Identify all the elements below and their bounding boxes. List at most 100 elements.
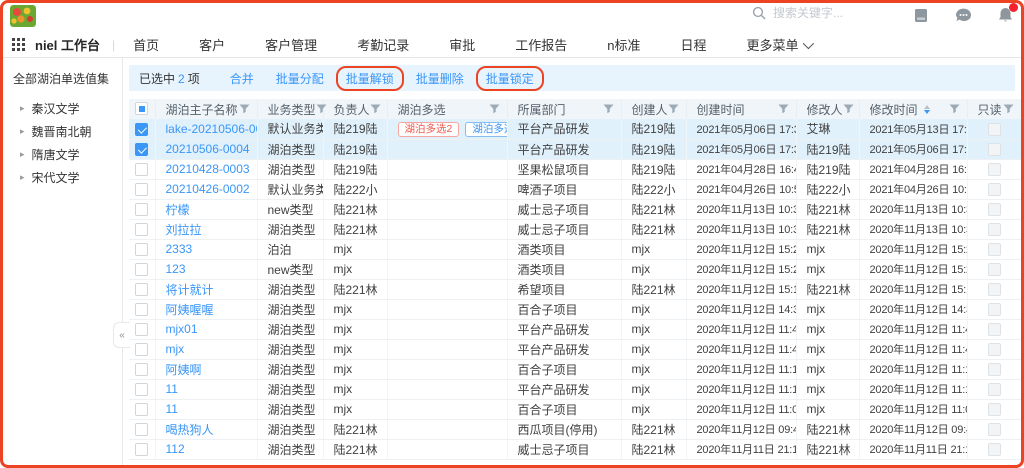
filter-icon[interactable]: [370, 104, 381, 114]
sidebar-item-3[interactable]: ▸宋代文学: [0, 166, 122, 189]
lake-name-link[interactable]: 阿姨啊: [166, 363, 202, 377]
readonly-checkbox: [988, 283, 1001, 296]
row-checkbox[interactable]: [135, 263, 148, 276]
sidebar-item-0[interactable]: ▸秦汉文学: [0, 97, 122, 120]
bell-icon[interactable]: [996, 6, 1014, 24]
filter-icon[interactable]: [843, 104, 854, 114]
lake-name-link[interactable]: 123: [166, 262, 186, 276]
nav-item-3[interactable]: 考勤记录: [357, 35, 409, 54]
lake-name-link[interactable]: 11: [166, 382, 178, 396]
nav-item-4[interactable]: 审批: [449, 35, 475, 54]
cell-department: 威士忌子项目: [507, 199, 621, 219]
cell-modifier: mjx: [796, 379, 859, 399]
sort-icon[interactable]: [924, 105, 930, 114]
toolbar-action-0[interactable]: 合并: [220, 66, 264, 91]
filter-icon[interactable]: [603, 104, 614, 114]
cell-created-time: 2020年11月13日 10:30: [686, 219, 796, 239]
readonly-checkbox: [988, 203, 1001, 216]
row-checkbox[interactable]: [135, 403, 148, 416]
cell-department: 平台产品研发: [507, 339, 621, 359]
nav-item-2[interactable]: 客户管理: [265, 35, 317, 54]
col-header-3: 负责人: [323, 99, 387, 119]
lake-name-link[interactable]: mjx: [166, 342, 185, 356]
row-checkbox[interactable]: [135, 323, 148, 336]
lake-name-link[interactable]: 阿姨喔喔: [166, 303, 214, 317]
row-checkbox-checked[interactable]: [135, 123, 148, 136]
lake-name-link[interactable]: 20210428-0003: [166, 162, 250, 176]
sidebar-collapse-handle[interactable]: «: [113, 322, 130, 348]
lake-name-link[interactable]: lake-20210506-0005: [166, 122, 258, 136]
app-logo-icon[interactable]: [10, 5, 36, 27]
app-grid-icon[interactable]: [12, 38, 25, 51]
cell-owner: 陆222小: [323, 179, 387, 199]
cell-department: 百合子项目: [507, 399, 621, 419]
cell-modified-time: 2020年11月12日 11:04: [859, 399, 967, 419]
toolbar-action-4[interactable]: 批量锁定: [476, 66, 544, 91]
cell-created-time: 2020年11月12日 15:25: [686, 259, 796, 279]
cell-name: 11: [155, 399, 257, 419]
row-checkbox[interactable]: [135, 243, 148, 256]
row-checkbox[interactable]: [135, 163, 148, 176]
cell-business-type: 湖泊类型: [257, 279, 323, 299]
nav-item-7[interactable]: 日程: [680, 35, 706, 54]
nav-item-0[interactable]: 首页: [133, 35, 159, 54]
nav-item-1[interactable]: 客户: [199, 35, 225, 54]
cell-multiselect: [387, 379, 507, 399]
cell-creator: 陆221林: [621, 199, 686, 219]
filter-icon[interactable]: [668, 104, 679, 114]
lake-name-link[interactable]: 112: [166, 442, 185, 456]
sidebar-item-2[interactable]: ▸隋唐文学: [0, 143, 122, 166]
nav-item-5[interactable]: 工作报告: [515, 35, 567, 54]
cell-creator: 陆219陆: [621, 119, 686, 139]
filter-icon[interactable]: [239, 104, 250, 114]
cell-multiselect: [387, 159, 507, 179]
cell-select: [129, 339, 155, 359]
filter-icon[interactable]: [316, 104, 327, 114]
row-checkbox[interactable]: [135, 383, 148, 396]
search-input[interactable]: [773, 6, 883, 20]
lake-name-link[interactable]: 喝热狗人: [166, 423, 214, 437]
cell-business-type: new类型: [257, 259, 323, 279]
chat-icon[interactable]: [954, 6, 972, 24]
lake-name-link[interactable]: 20210426-0002: [166, 182, 250, 196]
app-window: niel 工作台 | 首页客户客户管理考勤记录审批工作报告n标准日程 更多菜单 …: [0, 0, 1024, 468]
cell-modifier: mjx: [796, 319, 859, 339]
cell-name: 柠檬: [155, 199, 257, 219]
col-header-4: 湖泊多选: [387, 99, 507, 119]
row-checkbox[interactable]: [135, 283, 148, 296]
row-checkbox[interactable]: [135, 203, 148, 216]
filter-icon[interactable]: [778, 104, 789, 114]
row-checkbox[interactable]: [135, 183, 148, 196]
row-checkbox[interactable]: [135, 443, 148, 456]
readonly-checkbox: [988, 443, 1001, 456]
select-all-checkbox[interactable]: [135, 102, 148, 115]
lake-name-link[interactable]: 11: [166, 402, 178, 416]
row-checkbox[interactable]: [135, 343, 148, 356]
book-icon[interactable]: [912, 6, 930, 24]
cell-readonly: [967, 199, 1021, 219]
row-checkbox[interactable]: [135, 363, 148, 376]
toolbar-action-1[interactable]: 批量分配: [266, 66, 334, 91]
lake-name-link[interactable]: 20210506-0004: [166, 142, 250, 156]
filter-icon[interactable]: [949, 104, 960, 114]
toolbar-action-3[interactable]: 批量删除: [406, 66, 474, 91]
row-checkbox[interactable]: [135, 423, 148, 436]
lake-name-link[interactable]: 刘拉拉: [166, 223, 202, 237]
lake-name-link[interactable]: 柠檬: [166, 203, 190, 217]
sidebar-item-1[interactable]: ▸魏晋南北朝: [0, 120, 122, 143]
nav-item-6[interactable]: n标准: [607, 35, 640, 54]
lake-name-link[interactable]: 将计就计: [166, 283, 214, 297]
cell-readonly: [967, 419, 1021, 439]
more-menu[interactable]: 更多菜单: [746, 35, 810, 54]
lake-name-link[interactable]: 2333: [166, 242, 193, 256]
workspace-title[interactable]: niel 工作台: [35, 35, 100, 54]
row-checkbox[interactable]: [135, 303, 148, 316]
row-checkbox[interactable]: [135, 223, 148, 236]
toolbar-action-2[interactable]: 批量解锁: [336, 66, 404, 91]
filter-icon[interactable]: [489, 104, 500, 114]
row-checkbox-checked[interactable]: [135, 143, 148, 156]
col-header-6: 创建人: [621, 99, 686, 119]
filter-icon[interactable]: [1003, 104, 1014, 114]
lake-name-link[interactable]: mjx01: [166, 322, 198, 336]
cell-name: 2333: [155, 239, 257, 259]
